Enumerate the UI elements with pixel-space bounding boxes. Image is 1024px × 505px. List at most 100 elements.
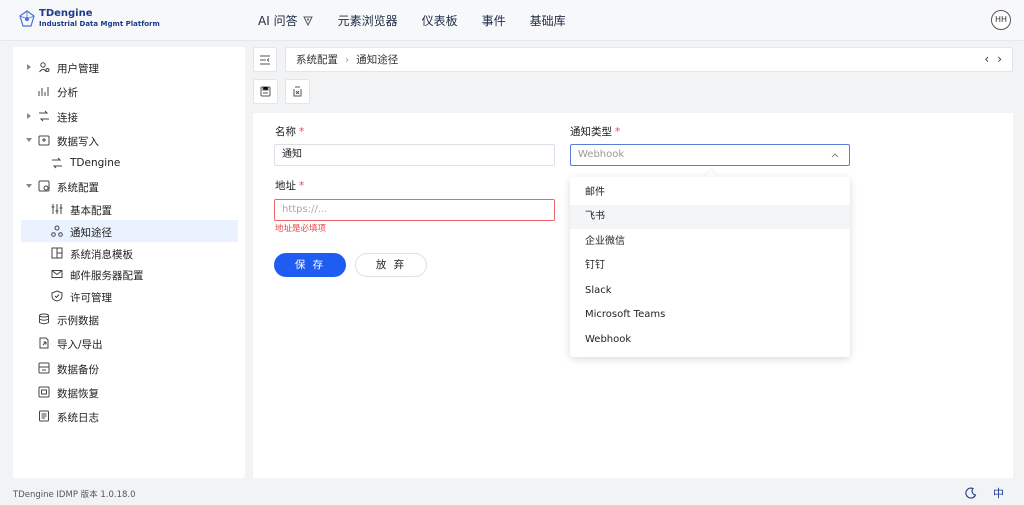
chevron-down-icon[interactable]: [25, 136, 33, 144]
sidebar-item-tdengine[interactable]: TDengine: [13, 152, 245, 174]
breadcrumb-separator-icon: ›: [345, 53, 350, 66]
address-error-text: 地址是必填项: [275, 224, 327, 234]
dropdown-option-webhook[interactable]: Webhook: [570, 328, 850, 352]
menu-collapse-icon: [260, 55, 270, 64]
ai-sparkle-icon: [302, 16, 313, 26]
cancel-button[interactable]: 放 弃: [355, 253, 427, 277]
sidebar-item-label: 邮件服务器配置: [70, 270, 144, 282]
back-arrow-icon[interactable]: ‹: [984, 53, 989, 65]
mail-icon: [51, 270, 63, 278]
backup-icon: [38, 362, 50, 374]
sidebar-item-label: 数据写入: [57, 136, 99, 148]
sliders-icon: [51, 204, 63, 214]
sidebar: 用户管理 分析 连接 数据写入 TDengine 系统配置 基本配置 通知途径 …: [13, 47, 245, 478]
nav-events[interactable]: 事件: [482, 12, 506, 29]
nav-ai-qa-label: AI 问答: [258, 14, 298, 28]
sidebar-item-label: 系统日志: [57, 412, 99, 424]
sidebar-item-license[interactable]: 许可管理: [13, 285, 245, 307]
sidebar-item-connection[interactable]: 连接: [13, 105, 245, 127]
sidebar-item-message-template[interactable]: 系统消息模板: [13, 242, 245, 264]
sidebar-item-label: 示例数据: [57, 315, 99, 327]
name-input[interactable]: 通知: [274, 144, 555, 166]
notification-type-label: 通知类型 *: [570, 126, 621, 138]
restore-icon: [38, 386, 50, 398]
sidebar-item-import-export[interactable]: 导入/导出: [13, 332, 245, 354]
chevron-right-icon[interactable]: [25, 112, 33, 120]
license-icon: [51, 290, 63, 302]
logo-icon: [19, 10, 35, 27]
collapse-sidebar-button[interactable]: [253, 47, 277, 72]
notification-route-icon: [51, 225, 63, 237]
dropdown-option-slack[interactable]: Slack: [570, 279, 850, 303]
sidebar-item-sample-data[interactable]: 示例数据: [13, 308, 245, 330]
template-icon: [51, 247, 63, 259]
connection-icon: [52, 157, 62, 169]
sidebar-item-basic-config[interactable]: 基本配置: [13, 198, 245, 220]
chevron-up-icon: [831, 153, 839, 158]
sidebar-item-system-config[interactable]: 系统配置: [13, 175, 245, 197]
sidebar-item-label: 许可管理: [70, 292, 112, 304]
system-config-icon: [38, 180, 50, 192]
sidebar-item-data-backup[interactable]: 数据备份: [13, 357, 245, 379]
breadcrumb-current: 通知途径: [356, 54, 399, 66]
sidebar-item-label: 系统消息模板: [70, 249, 133, 261]
breadcrumb: 系统配置 › 通知途径 ‹ ›: [285, 47, 1013, 72]
user-avatar[interactable]: HH: [991, 10, 1011, 30]
sidebar-item-data-write[interactable]: 数据写入: [13, 129, 245, 151]
import-export-icon: [39, 337, 49, 349]
sidebar-item-label: 数据恢复: [57, 388, 99, 400]
discard-icon: [293, 86, 302, 97]
main-nav: AI 问答 元素浏览器 仪表板 事件 基础库: [258, 12, 590, 29]
users-icon: [39, 62, 50, 73]
nav-dashboard[interactable]: 仪表板: [422, 12, 458, 29]
name-label: 名称 *: [275, 126, 305, 138]
sidebar-item-label: 分析: [57, 87, 78, 99]
save-icon-button[interactable]: [253, 79, 278, 104]
sidebar-item-analysis[interactable]: 分析: [13, 80, 245, 102]
sidebar-item-data-restore[interactable]: 数据恢复: [13, 381, 245, 403]
notification-type-select[interactable]: Webhook: [570, 144, 850, 166]
data-write-icon: [38, 135, 50, 146]
sidebar-item-label: 基本配置: [70, 205, 112, 217]
address-input[interactable]: https://...: [274, 199, 555, 221]
connection-icon: [39, 110, 49, 122]
sidebar-item-label: 通知途径: [70, 227, 112, 239]
sidebar-item-label: 用户管理: [57, 63, 99, 75]
dropdown-option-teams[interactable]: Microsoft Teams: [570, 303, 850, 327]
sidebar-item-notification-route[interactable]: 通知途径: [21, 220, 238, 242]
nav-ai-qa[interactable]: AI 问答: [258, 12, 314, 29]
logo-title: TDengine: [39, 8, 93, 19]
sidebar-item-label: 系统配置: [57, 182, 99, 194]
nav-library[interactable]: 基础库: [530, 12, 566, 29]
log-icon: [39, 410, 49, 422]
footer-controls: 中: [965, 485, 1004, 501]
sidebar-item-system-log[interactable]: 系统日志: [13, 405, 245, 427]
logo[interactable]: TDengine Industrial Data Mgmt Platform: [18, 8, 160, 30]
moon-icon[interactable]: [965, 487, 977, 499]
sidebar-item-label: TDengine: [70, 157, 121, 169]
top-bar: TDengine Industrial Data Mgmt Platform A…: [0, 0, 1024, 41]
sidebar-item-mail-server[interactable]: 邮件服务器配置: [13, 263, 245, 285]
forward-arrow-icon[interactable]: ›: [997, 53, 1002, 65]
logo-subtitle: Industrial Data Mgmt Platform: [39, 20, 160, 28]
dropdown-option-wecom[interactable]: 企业微信: [570, 230, 850, 254]
sidebar-item-label: 导入/导出: [57, 339, 103, 351]
discard-icon-button[interactable]: [285, 79, 310, 104]
sidebar-item-label: 连接: [57, 112, 78, 124]
notification-type-dropdown: 邮件 飞书 企业微信 钉钉 Slack Microsoft Teams Webh…: [570, 177, 850, 357]
dropdown-option-email[interactable]: 邮件: [570, 181, 850, 205]
sidebar-item-label: 数据备份: [57, 364, 99, 376]
sidebar-item-user-management[interactable]: 用户管理: [13, 56, 245, 78]
save-button[interactable]: 保 存: [274, 253, 346, 277]
notification-type-placeholder: Webhook: [578, 149, 625, 160]
analysis-icon: [38, 87, 49, 96]
version-text: TDengine IDMP 版本 1.0.18.0: [13, 490, 136, 500]
dropdown-option-feishu[interactable]: 飞书: [570, 205, 850, 229]
dropdown-option-dingtalk[interactable]: 钉钉: [570, 254, 850, 278]
breadcrumb-parent[interactable]: 系统配置: [296, 52, 338, 67]
chevron-right-icon[interactable]: [25, 63, 33, 71]
language-toggle[interactable]: 中: [993, 485, 1004, 501]
nav-element-browser[interactable]: 元素浏览器: [338, 12, 398, 29]
database-icon: [39, 313, 49, 325]
chevron-down-icon[interactable]: [25, 182, 33, 190]
